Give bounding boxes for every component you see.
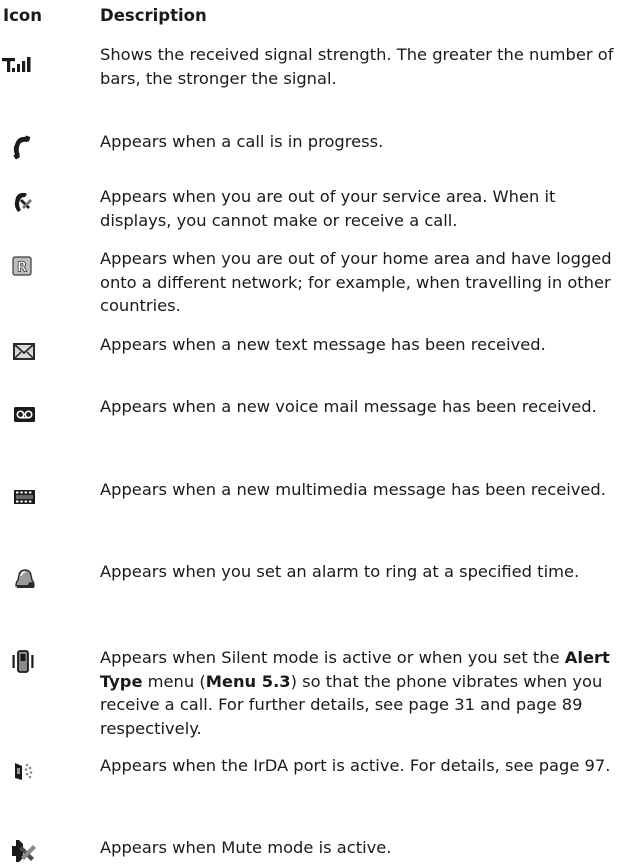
row-description: Appears when you are out of your home ar… [100, 249, 612, 315]
menu-ref-bold: Menu 5.3 [205, 671, 291, 691]
row-description: Appears when a new voice mail message ha… [100, 397, 597, 416]
row-description: Appears when Silent mode is active or wh… [100, 648, 610, 738]
call-in-progress-icon [0, 130, 56, 160]
table-header: Icon Description [0, 6, 621, 30]
voice-mail-icon [0, 395, 56, 425]
alarm-icon [0, 560, 56, 590]
roaming-icon: R [0, 247, 56, 277]
signal-strength-icon [0, 43, 56, 73]
row-description: Appears when a call is in progress. [100, 132, 384, 151]
description-column-header: Description [100, 6, 207, 25]
row-description: Appears when a new text message has been… [100, 335, 546, 354]
irda-icon [0, 754, 56, 784]
text-message-icon [0, 333, 56, 363]
row-description: Appears when you set an alarm to ring at… [100, 562, 580, 581]
multimedia-message-icon [0, 478, 56, 508]
row-description: Appears when Mute mode is active. [100, 838, 392, 857]
row-description: Shows the received signal strength. The … [100, 45, 614, 88]
icon-column-header: Icon [3, 6, 43, 25]
row-description: Appears when a new multimedia message ha… [100, 480, 606, 499]
svg-text:R: R [17, 261, 27, 276]
mute-icon [0, 836, 56, 866]
no-service-icon [0, 185, 56, 215]
vibration-icon [0, 646, 56, 676]
row-description: Appears when you are out of your service… [100, 187, 556, 230]
row-description: Appears when the IrDA port is active. Fo… [100, 756, 611, 775]
